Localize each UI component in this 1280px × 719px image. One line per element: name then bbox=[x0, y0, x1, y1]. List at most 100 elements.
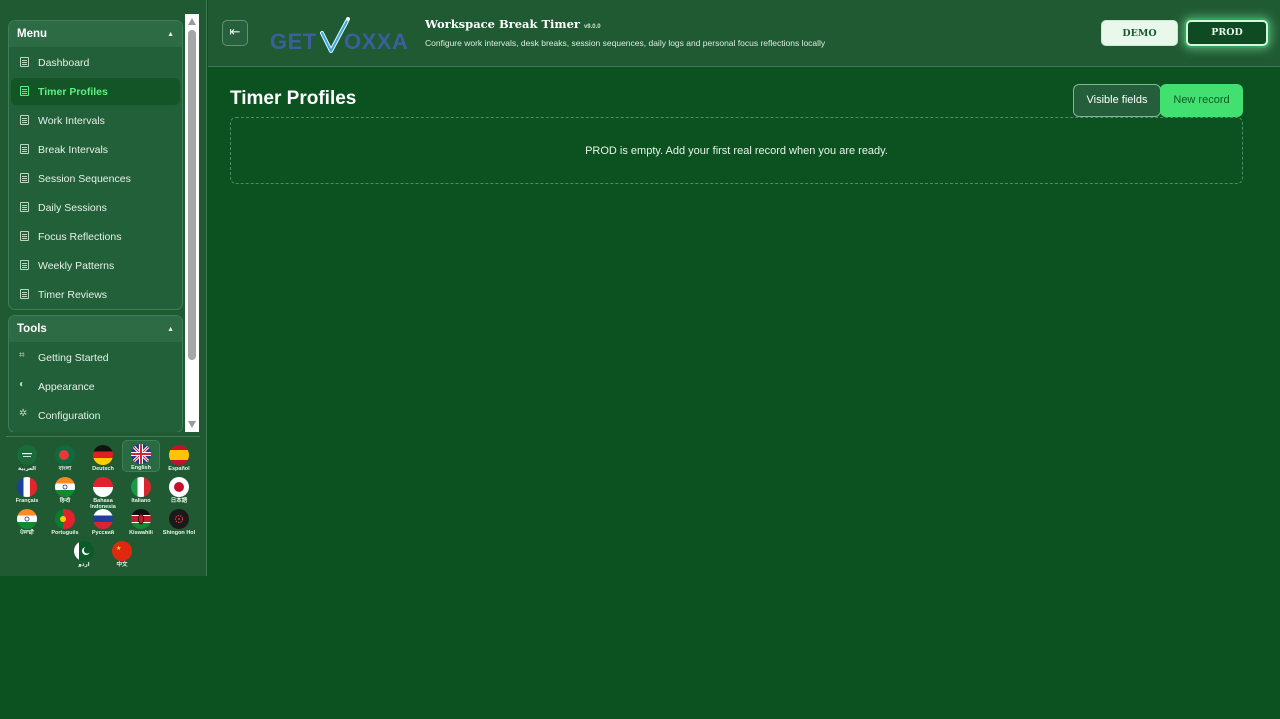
language-option-kiswahili[interactable]: Kiswahili bbox=[122, 506, 160, 538]
pakistan-flag-icon bbox=[74, 541, 94, 561]
sidebar-item-label: Timer Profiles bbox=[38, 85, 108, 98]
language-option-chinese[interactable]: ★ 中文 bbox=[103, 538, 141, 570]
language-option-francais[interactable]: Français bbox=[8, 474, 46, 506]
language-option-russian[interactable]: Русский bbox=[84, 506, 122, 538]
sidebar-item-label: Weekly Patterns bbox=[38, 259, 115, 272]
scroll-up-arrow-icon[interactable] bbox=[188, 18, 196, 25]
language-label: हिन्दी bbox=[59, 498, 71, 504]
sidebar-item-weekly-patterns[interactable]: Weekly Patterns bbox=[11, 252, 180, 279]
svg-text:OXXA: OXXA bbox=[344, 29, 408, 54]
document-icon bbox=[20, 115, 29, 125]
document-icon bbox=[20, 231, 29, 241]
sidebar-item-configuration[interactable]: ✲ Configuration bbox=[11, 402, 180, 429]
sidebar-item-label: Timer Reviews bbox=[38, 288, 108, 301]
sidebar-item-label: Dashboard bbox=[38, 56, 90, 69]
gear-icon: ✲ bbox=[19, 408, 28, 419]
sidebar-item-timer-profiles[interactable]: Timer Profiles bbox=[11, 78, 180, 105]
app-title: Workspace Break Timer v9.0.0 bbox=[425, 17, 601, 31]
germany-flag-icon bbox=[93, 445, 113, 465]
language-label: Português bbox=[51, 530, 79, 536]
sidebar-item-dashboard[interactable]: Dashboard bbox=[11, 49, 180, 76]
visible-fields-button[interactable]: Visible fields bbox=[1073, 84, 1161, 117]
logo: GET OXXA bbox=[270, 17, 408, 54]
sidebar-item-work-intervals[interactable]: Work Intervals bbox=[11, 107, 180, 134]
language-picker: العربية বাংলা Deutsch English Español Fr… bbox=[8, 440, 200, 572]
tools-title: Tools bbox=[17, 323, 47, 335]
sidebar-item-getting-started[interactable]: ⌗ Getting Started bbox=[11, 344, 180, 371]
sidebar-item-break-intervals[interactable]: Break Intervals bbox=[11, 136, 180, 163]
sidebar-item-label: Daily Sessions bbox=[38, 201, 107, 214]
language-label: English bbox=[131, 465, 151, 471]
sidebar-item-daily-sessions[interactable]: Daily Sessions bbox=[11, 194, 180, 221]
india-flag-icon bbox=[17, 509, 37, 529]
language-option-espanol[interactable]: Español bbox=[160, 442, 198, 474]
collapse-caret-icon[interactable]: ▲ bbox=[167, 326, 174, 333]
bangladesh-flag-icon bbox=[55, 445, 75, 465]
language-label: Deutsch bbox=[92, 466, 114, 472]
scroll-down-arrow-icon[interactable] bbox=[188, 421, 196, 428]
language-label: বাংলা bbox=[58, 466, 72, 472]
language-label: اردو bbox=[78, 562, 90, 568]
sidebar-item-label: Appearance bbox=[38, 380, 95, 393]
sidebar-item-label: Getting Started bbox=[38, 351, 109, 364]
demo-environment-button[interactable]: DEMO bbox=[1101, 20, 1178, 46]
language-option-japanese[interactable]: 日本語 bbox=[160, 474, 198, 506]
language-label: 日本語 bbox=[170, 498, 188, 504]
language-option-bangla[interactable]: বাংলা bbox=[46, 442, 84, 474]
document-icon bbox=[20, 57, 29, 67]
language-option-italiano[interactable]: Italiano bbox=[122, 474, 160, 506]
top-header: ⇤ GET OXXA Workspace Break Timer v9.0.0 C… bbox=[208, 0, 1280, 67]
new-record-button[interactable]: New record bbox=[1160, 84, 1243, 117]
collapse-sidebar-icon: ⇤ bbox=[229, 24, 241, 39]
prod-environment-button[interactable]: PROD bbox=[1186, 20, 1268, 46]
app-subtitle: Configure work intervals, desk breaks, s… bbox=[425, 38, 826, 48]
language-label: Shingon Hol bbox=[162, 530, 196, 536]
language-label: العربية bbox=[17, 466, 37, 472]
sidebar-toggle-button[interactable]: ⇤ bbox=[222, 20, 248, 46]
language-option-english[interactable]: English bbox=[122, 440, 160, 472]
language-label: Русский bbox=[91, 530, 115, 536]
language-option-punjabi[interactable]: ਪੰਜਾਬੀ bbox=[8, 506, 46, 538]
svg-text:GET: GET bbox=[270, 29, 317, 54]
sidebar-item-appearance[interactable]: ◐ Appearance bbox=[11, 373, 180, 400]
language-label: ਪੰਜਾਬੀ bbox=[20, 530, 34, 536]
sidebar-item-session-sequences[interactable]: Session Sequences bbox=[11, 165, 180, 192]
sidebar-item-focus-reflections[interactable]: Focus Reflections bbox=[11, 223, 180, 250]
tools-panel-header[interactable]: Tools ▲ bbox=[9, 316, 182, 342]
document-icon bbox=[20, 260, 29, 270]
sidebar: Menu ▲ Dashboard Timer Profiles Work Int… bbox=[0, 0, 207, 576]
sidebar-item-label: Configuration bbox=[38, 409, 101, 422]
language-option-urdu[interactable]: اردو bbox=[65, 538, 103, 570]
italy-flag-icon bbox=[131, 477, 151, 497]
app-title-text: Workspace Break Timer bbox=[425, 17, 580, 31]
language-option-bahasa-indonesia[interactable]: Bahasa Indonesia bbox=[84, 474, 122, 510]
collapse-caret-icon[interactable]: ▲ bbox=[167, 31, 174, 38]
japan-flag-icon bbox=[169, 477, 189, 497]
scrollbar-thumb[interactable] bbox=[188, 30, 196, 360]
language-option-deutsch[interactable]: Deutsch bbox=[84, 442, 122, 474]
document-icon bbox=[20, 173, 29, 183]
sidebar-item-label: Break Intervals bbox=[38, 143, 109, 156]
document-icon bbox=[20, 144, 29, 154]
saudi-arabia-flag-icon bbox=[17, 445, 37, 465]
language-option-shingon-hol[interactable]: Shingon Hol bbox=[160, 506, 198, 538]
start-icon: ⌗ bbox=[19, 350, 25, 361]
menu-panel-header[interactable]: Menu ▲ bbox=[9, 21, 182, 47]
sidebar-scrollbar[interactable] bbox=[185, 14, 199, 432]
sidebar-item-label: Work Intervals bbox=[38, 114, 105, 127]
sidebar-item-timer-reviews[interactable]: Timer Reviews bbox=[11, 281, 180, 308]
language-option-portugues[interactable]: Português bbox=[46, 506, 84, 538]
russia-flag-icon bbox=[93, 509, 113, 529]
sidebar-item-label: Focus Reflections bbox=[38, 230, 122, 243]
language-label: Italiano bbox=[131, 498, 151, 504]
language-option-arabic[interactable]: العربية bbox=[8, 442, 46, 474]
shingon-emblem-icon bbox=[169, 509, 189, 529]
sidebar-item-label: Session Sequences bbox=[38, 172, 131, 185]
empty-state-message: PROD is empty. Add your first real recor… bbox=[585, 144, 888, 157]
language-option-hindi[interactable]: हिन्दी bbox=[46, 474, 84, 506]
divider bbox=[6, 436, 200, 437]
france-flag-icon bbox=[17, 477, 37, 497]
kenya-flag-icon bbox=[131, 509, 151, 529]
menu-panel: Menu ▲ Dashboard Timer Profiles Work Int… bbox=[8, 20, 183, 310]
china-flag-icon: ★ bbox=[112, 541, 132, 561]
